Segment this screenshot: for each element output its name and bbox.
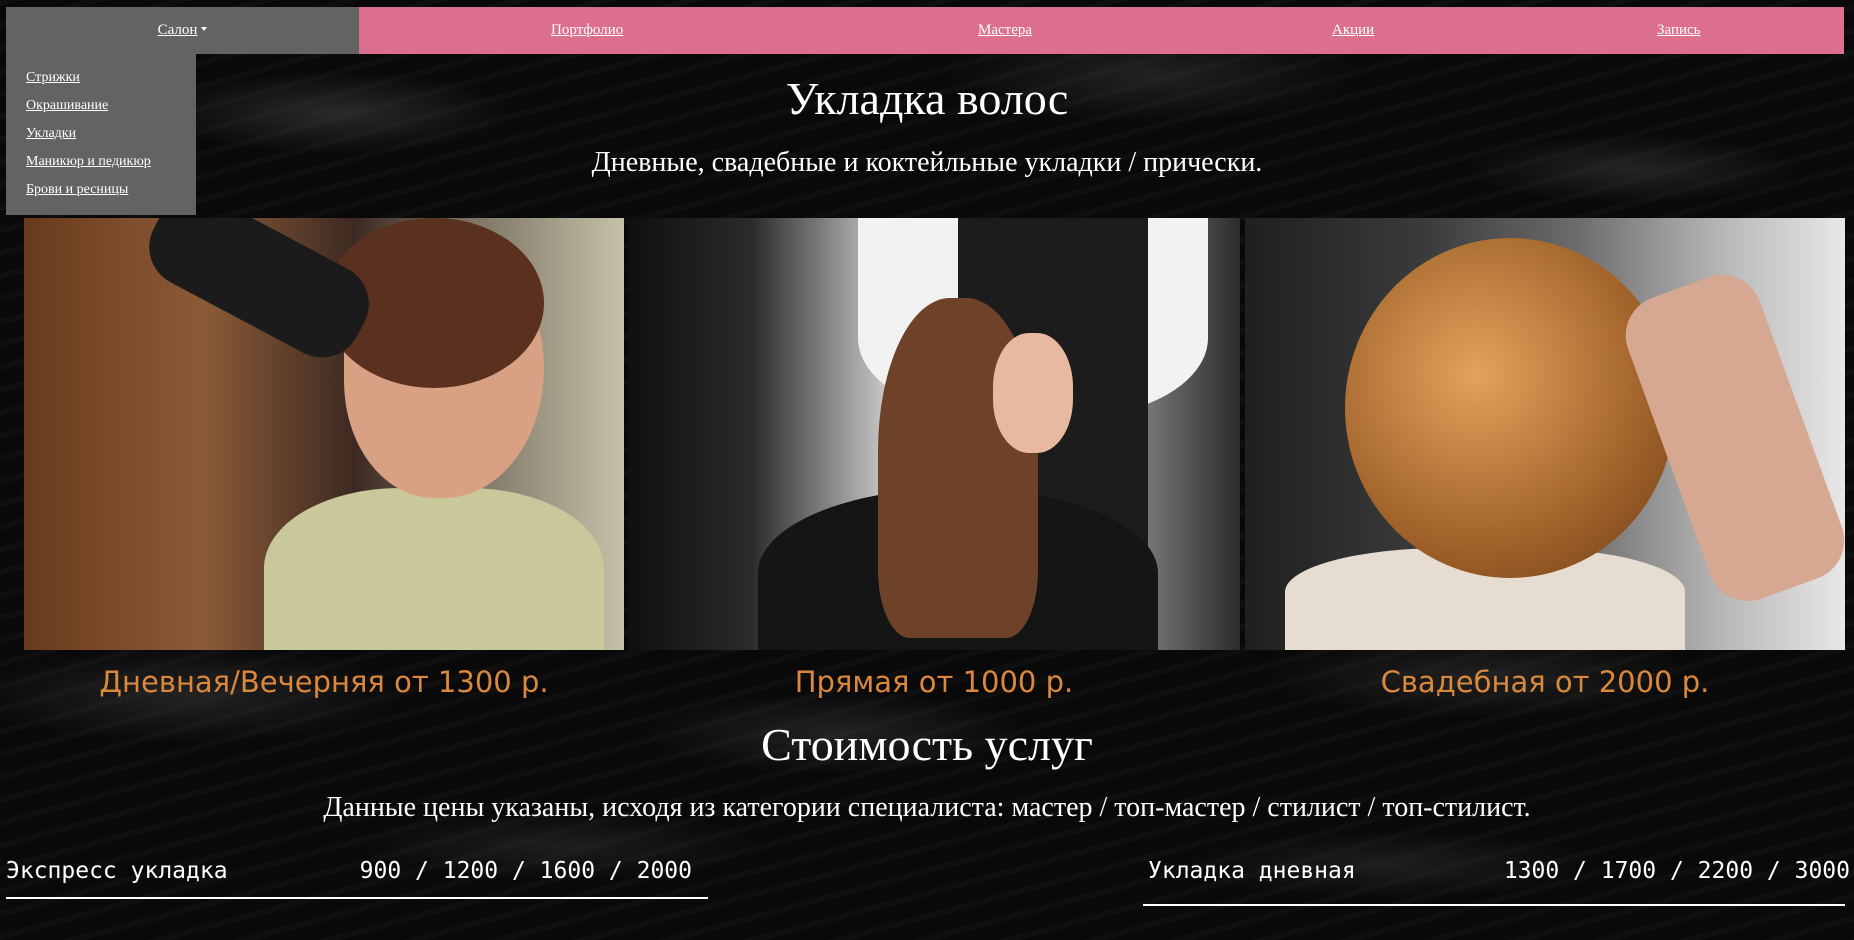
nav-item-portfolio[interactable]: Портфолио — [551, 7, 623, 54]
price-row: Укладка дневная 1300 / 1700 / 2200 / 300… — [1148, 858, 1850, 936]
nav-item-masters[interactable]: Мастера — [978, 7, 1032, 54]
photo-straight-styling — [628, 218, 1240, 650]
price-row-values: 1300 / 1700 / 2200 / 3000 — [1503, 858, 1850, 884]
price-row-name: Укладка дневная — [1148, 858, 1356, 884]
service-caption: Прямая от 1000 р. — [794, 665, 1074, 699]
divider — [6, 897, 708, 899]
top-nav: Салон Портфолио Мастера Акции Запись — [6, 7, 1844, 54]
nav-item-booking[interactable]: Запись — [1657, 7, 1701, 54]
pricing-title: Стоимость услуг — [761, 719, 1093, 770]
dropdown-item-brows[interactable]: Брови и ресницы — [26, 182, 128, 198]
pricing-subtitle: Данные цены указаны, исходя из категории… — [323, 792, 1531, 823]
page-title: Укладка волос — [785, 73, 1069, 124]
caret-down-icon — [201, 26, 208, 31]
service-caption: Дневная/Вечерняя от 1300 р. — [99, 665, 549, 699]
page-subtitle: Дневные, свадебные и коктейльные укладки… — [591, 147, 1263, 178]
photo-wedding-styling — [1245, 218, 1845, 650]
nav-links-bar: Портфолио Мастера Акции Запись — [359, 7, 1844, 54]
service-caption: Свадебная от 2000 р. — [1380, 665, 1710, 699]
photo-day-styling — [24, 218, 624, 650]
nav-item-salon[interactable]: Салон — [6, 7, 359, 54]
nav-item-promotions[interactable]: Акции — [1332, 7, 1374, 54]
price-row-name: Экспресс укладка — [6, 858, 228, 884]
dropdown-item-styling[interactable]: Укладки — [26, 126, 76, 142]
divider — [1143, 904, 1845, 906]
price-row-values: 900 / 1200 / 1600 / 2000 — [359, 858, 692, 884]
nav-salon-link[interactable]: Салон — [158, 22, 208, 39]
